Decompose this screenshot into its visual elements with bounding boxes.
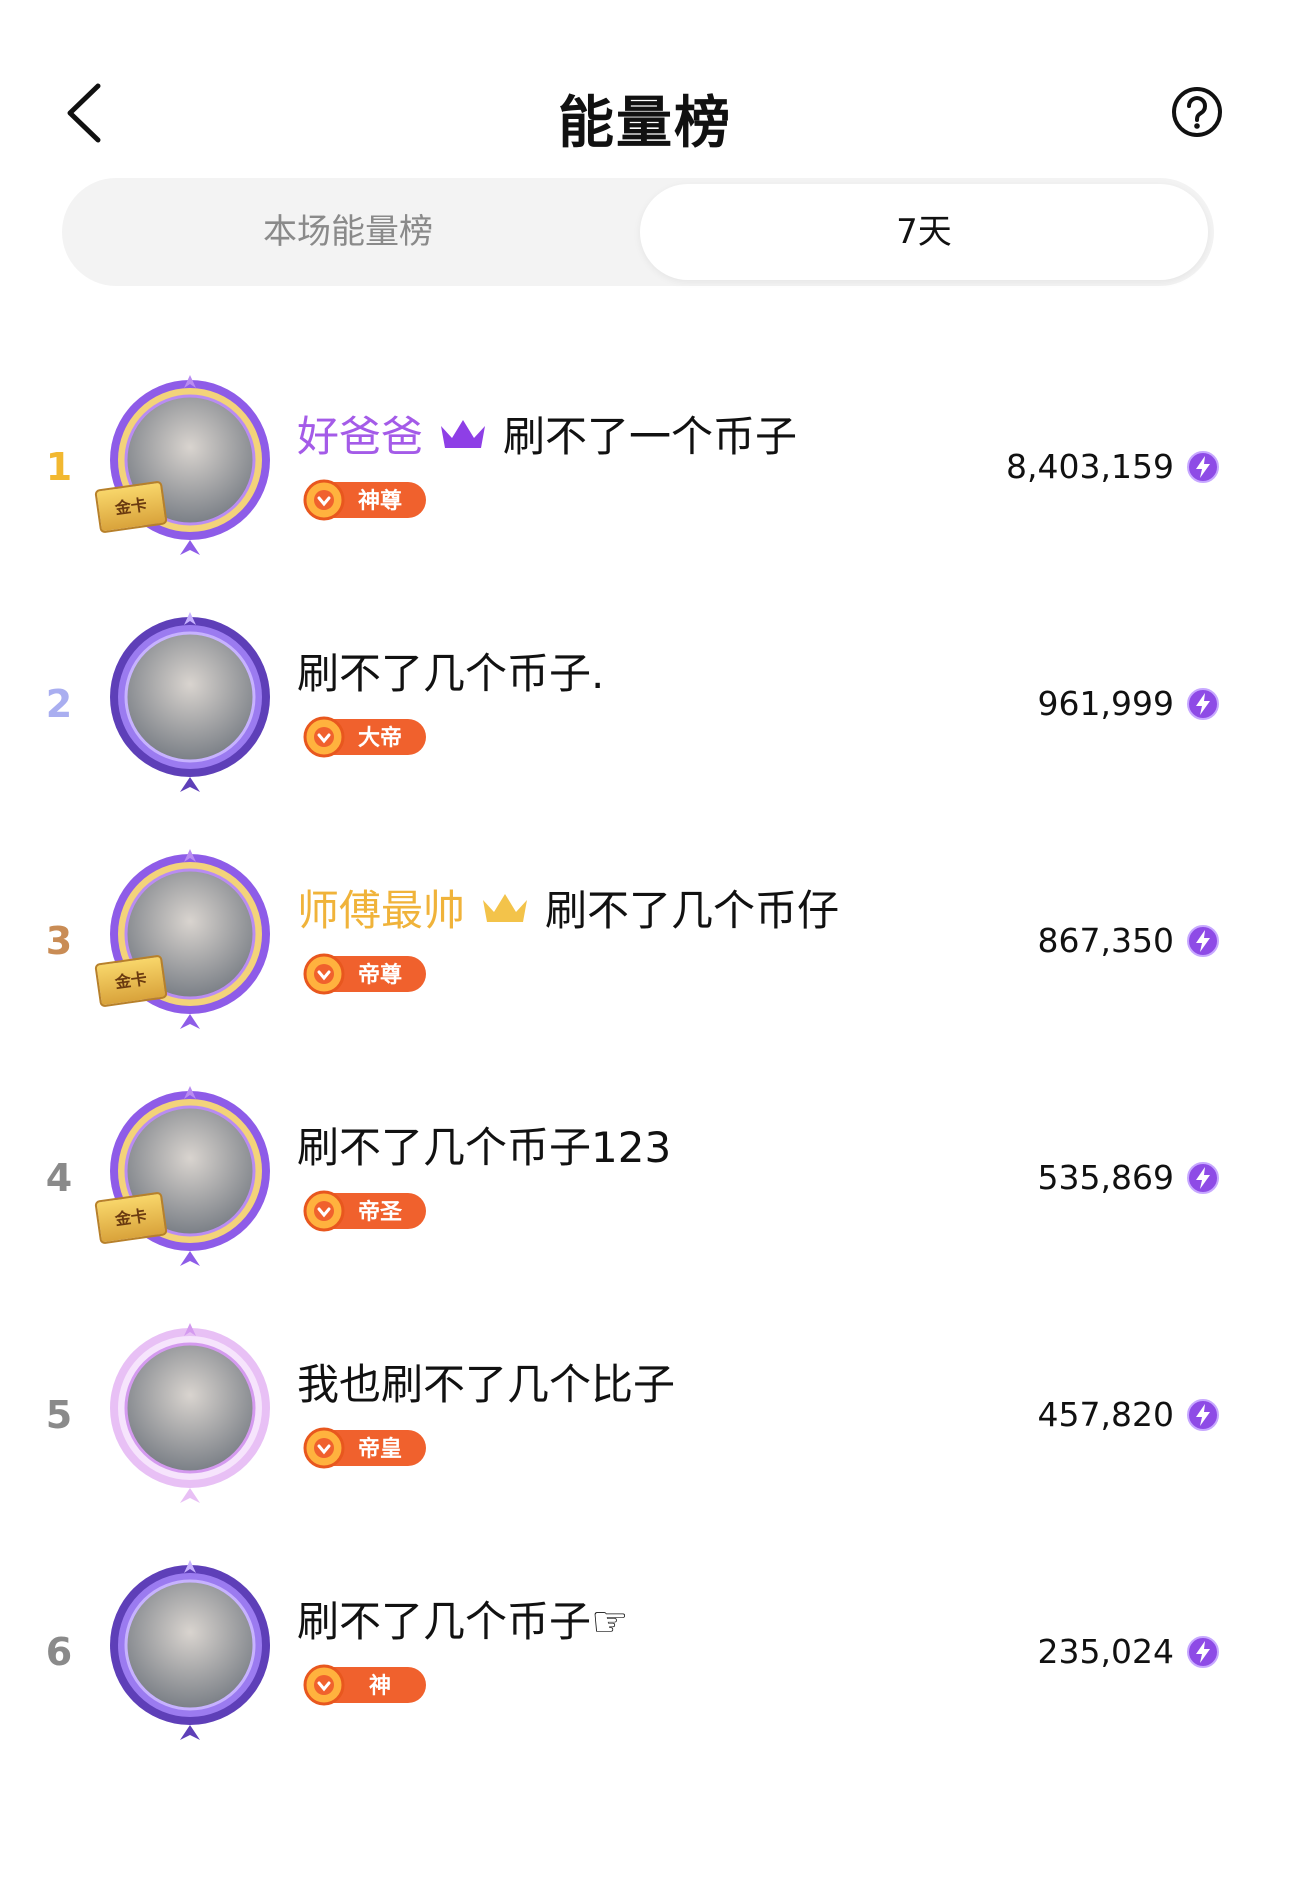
avatar[interactable]: 金卡 bbox=[94, 370, 285, 560]
rank-badge: 神尊 bbox=[303, 479, 426, 521]
energy-score: 961,999 bbox=[1038, 684, 1220, 723]
energy-bolt-icon bbox=[1187, 924, 1219, 957]
help-icon[interactable] bbox=[1170, 85, 1224, 139]
avatar-frame bbox=[110, 375, 270, 555]
badge-label: 帝尊 bbox=[358, 962, 402, 988]
avatar-frame bbox=[110, 612, 270, 792]
energy-score: 867,350 bbox=[1038, 921, 1220, 960]
energy-bolt-icon bbox=[1187, 1161, 1219, 1194]
rank-badge: 大帝 bbox=[303, 716, 426, 758]
tab-bar: 本场能量榜 7天 bbox=[62, 178, 1214, 286]
badge-label: 帝皇 bbox=[358, 1436, 402, 1462]
badge-label: 神 bbox=[369, 1673, 391, 1699]
username: 我也刷不了几个比子 bbox=[297, 1360, 676, 1409]
username: 刷不了一个币子 bbox=[503, 412, 798, 461]
rank-number: 2 bbox=[45, 682, 73, 726]
avatar-frame bbox=[110, 1323, 270, 1503]
rank-number: 6 bbox=[45, 1630, 73, 1674]
avatar[interactable] bbox=[95, 1318, 285, 1508]
energy-value: 535,869 bbox=[1037, 1158, 1174, 1197]
gold-card-icon: 金卡 bbox=[94, 1191, 168, 1245]
username: 刷不了几个币子. bbox=[297, 649, 605, 698]
username-line: 刷不了几个币子123 bbox=[297, 1114, 671, 1175]
rank-badge: 帝尊 bbox=[303, 953, 426, 995]
gold-card-icon: 金卡 bbox=[94, 954, 168, 1008]
username-line: 刷不了几个币子☞ bbox=[297, 1588, 629, 1649]
leaderboard-row[interactable]: 4 金卡 刷不了几个币子123 帝圣 535,869 bbox=[0, 1076, 1290, 1314]
username-line: 师傅最帅 刷不了几个币仔 bbox=[297, 877, 839, 938]
username: 刷不了几个币子123 bbox=[297, 1123, 672, 1172]
energy-value: 235,024 bbox=[1037, 1632, 1174, 1671]
fan-title: 好爸爸 bbox=[297, 412, 424, 461]
avatar-frame bbox=[110, 1086, 270, 1266]
avatar[interactable]: 金卡 bbox=[94, 1081, 285, 1271]
avatar[interactable] bbox=[95, 607, 285, 797]
avatar[interactable]: 金卡 bbox=[94, 844, 285, 1034]
energy-value: 457,820 bbox=[1037, 1395, 1174, 1434]
energy-bolt-icon bbox=[1187, 450, 1219, 483]
leaderboard-row[interactable]: 5 我也刷不了几个比子 帝皇 457,820 bbox=[0, 1313, 1290, 1551]
energy-score: 8,403,159 bbox=[1006, 447, 1220, 486]
crown-icon bbox=[441, 419, 486, 448]
rank-number: 3 bbox=[45, 919, 73, 963]
fan-title: 师傅最帅 bbox=[297, 886, 466, 935]
username-line: 我也刷不了几个比子 bbox=[297, 1351, 675, 1412]
badge-label: 神尊 bbox=[358, 488, 402, 514]
avatar[interactable] bbox=[95, 1555, 285, 1745]
rank-number: 5 bbox=[45, 1393, 73, 1437]
tab-this-session[interactable]: 本场能量榜 bbox=[68, 184, 628, 280]
energy-value: 8,403,159 bbox=[1006, 447, 1174, 486]
leaderboard-row[interactable]: 6 刷不了几个币子☞ 神 235,024 bbox=[0, 1550, 1290, 1788]
username: 刷不了几个币仔 bbox=[545, 886, 840, 935]
energy-bolt-icon bbox=[1187, 687, 1219, 720]
rank-badge: 帝皇 bbox=[303, 1427, 426, 1469]
energy-value: 961,999 bbox=[1037, 684, 1174, 723]
rank-number: 4 bbox=[45, 1156, 73, 1200]
energy-score: 235,024 bbox=[1038, 1632, 1220, 1671]
rank-badge: 帝圣 bbox=[303, 1190, 426, 1232]
leaderboard-row[interactable]: 3 金卡 师傅最帅 刷不了几个币仔 帝尊 867,350 bbox=[0, 839, 1290, 1077]
gold-card-icon: 金卡 bbox=[94, 480, 168, 534]
username: 刷不了几个币子☞ bbox=[297, 1597, 629, 1646]
energy-score: 457,820 bbox=[1038, 1395, 1220, 1434]
rank-badge: 神 bbox=[303, 1664, 426, 1706]
leaderboard-row[interactable]: 1 金卡 好爸爸 刷不了一个币子 神尊 8,403,159 bbox=[0, 365, 1290, 603]
energy-bolt-icon bbox=[1187, 1398, 1219, 1431]
energy-score: 535,869 bbox=[1038, 1158, 1220, 1197]
page-title: 能量榜 bbox=[558, 91, 732, 156]
badge-label: 大帝 bbox=[358, 725, 402, 751]
badge-label: 帝圣 bbox=[358, 1199, 403, 1225]
rank-number: 1 bbox=[45, 445, 73, 489]
energy-bolt-icon bbox=[1187, 1635, 1219, 1668]
username-line: 好爸爸 刷不了一个币子 bbox=[297, 403, 797, 464]
energy-value: 867,350 bbox=[1037, 921, 1174, 960]
crown-icon bbox=[483, 893, 528, 922]
leaderboard-row[interactable]: 2 刷不了几个币子. 大帝 961,999 bbox=[0, 602, 1290, 840]
avatar-frame bbox=[110, 849, 270, 1029]
username-line: 刷不了几个币子. bbox=[297, 640, 604, 701]
avatar-frame bbox=[110, 1560, 270, 1740]
tab-7-days[interactable]: 7天 bbox=[640, 184, 1208, 280]
